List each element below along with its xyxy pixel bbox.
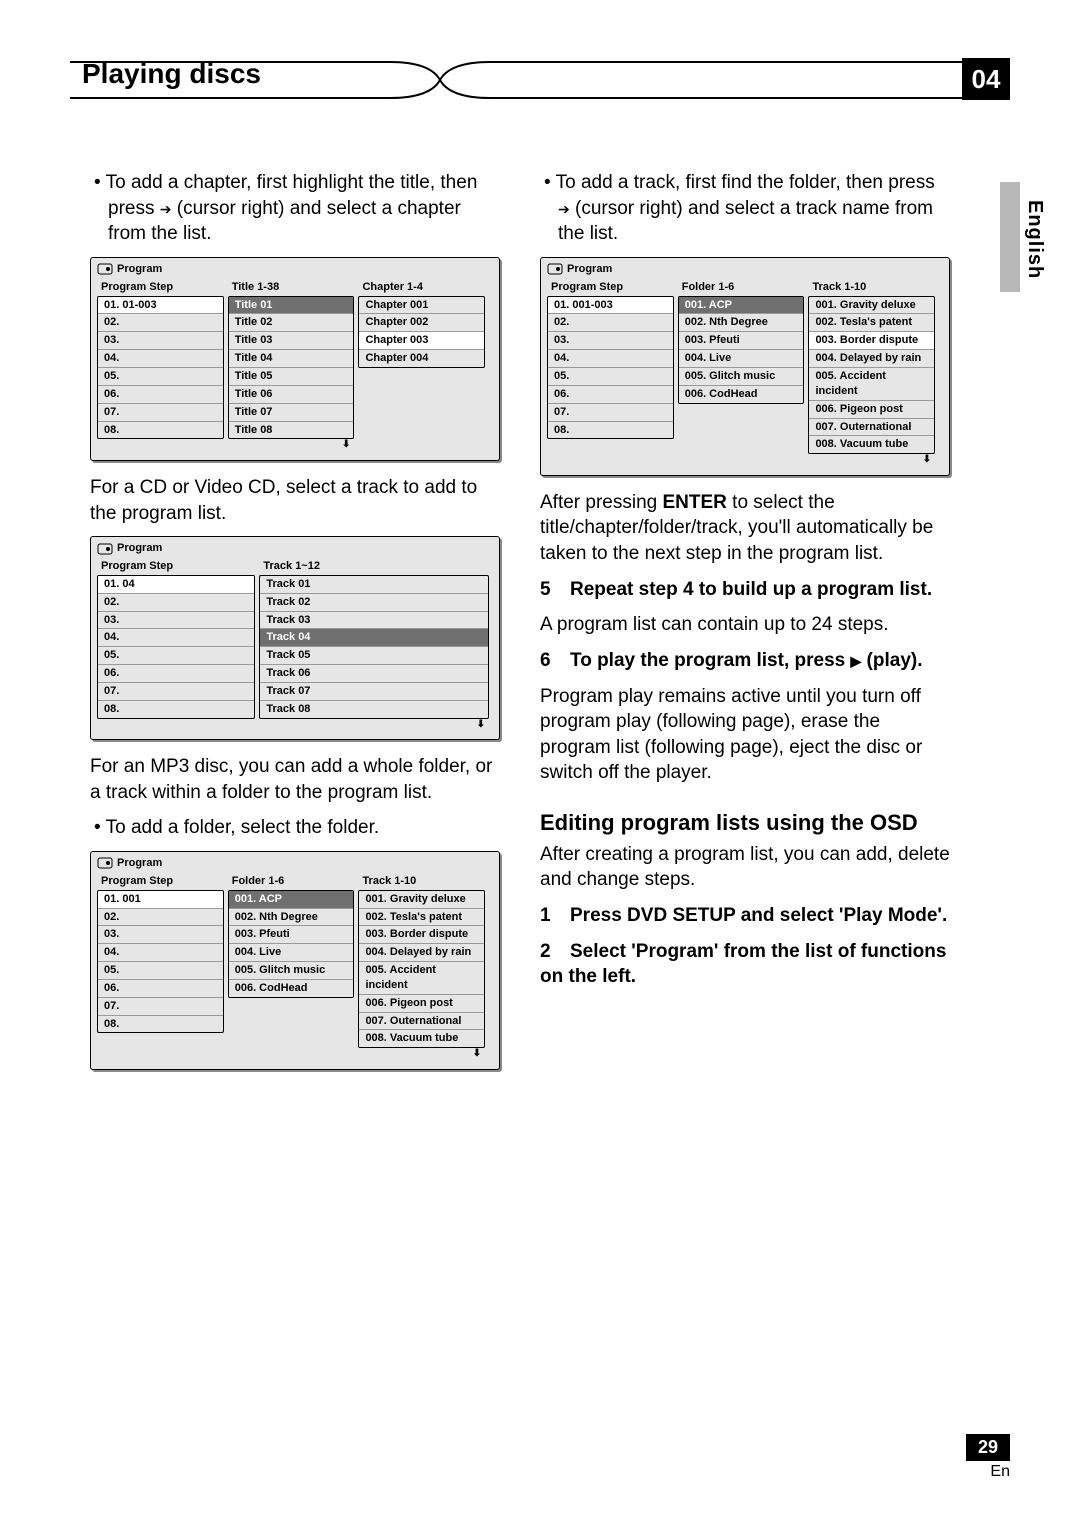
program-icon — [547, 263, 563, 275]
page-footer: 29 En — [966, 1434, 1010, 1481]
page-lang: En — [966, 1463, 1010, 1481]
left-column: To add a chapter, first highlight the ti… — [90, 170, 500, 1084]
para-cd: For a CD or Video CD, select a track to … — [90, 475, 500, 526]
cursor-right-icon — [558, 198, 570, 219]
program-icon — [97, 543, 113, 555]
section-heading: Editing program lists using the OSD — [540, 808, 950, 838]
step-5: 5Repeat step 4 to build up a program lis… — [540, 577, 950, 603]
play-icon — [851, 650, 862, 671]
osd-dvd-title-chapter: Program Program Step 01. 01-003 02. 03. … — [90, 257, 500, 461]
scroll-down-icon: ⬇ — [808, 453, 935, 469]
enter-key: ENTER — [663, 492, 727, 513]
para-mp3: For an MP3 disc, you can add a whole fol… — [90, 754, 500, 805]
bullet-add-track: To add a track, first find the folder, t… — [540, 170, 950, 247]
section-intro: After creating a program list, you can a… — [540, 842, 950, 893]
right-column: To add a track, first find the folder, t… — [540, 170, 950, 1084]
scroll-down-icon: ⬇ — [358, 1047, 485, 1063]
osd-header: Program — [93, 260, 497, 279]
chapter-number: 04 — [962, 58, 1010, 100]
scroll-down-icon: ⬇ — [228, 438, 355, 454]
edit-step-2: 2Select 'Program' from the list of funct… — [540, 939, 950, 990]
language-tab: English — [1023, 200, 1046, 279]
page-header: Playing discs — [70, 60, 1010, 100]
program-steps: 01. 01-003 02. 03. 04. 05. 06. 07. 08. — [97, 296, 224, 440]
edit-step-1: 1Press DVD SETUP and select 'Play Mode'. — [540, 903, 950, 929]
thumb-tab — [1000, 182, 1020, 292]
bullet-add-folder: To add a folder, select the folder. — [90, 815, 500, 841]
chapter-list: Chapter 001 Chapter 002 Chapter 003 Chap… — [358, 296, 485, 368]
title-list: Title 01 Title 02 Title 03 Title 04 Titl… — [228, 296, 355, 440]
step-6: 6To play the program list, press (play). — [540, 648, 950, 674]
scroll-down-icon: ⬇ — [259, 718, 489, 734]
bullet-add-chapter: To add a chapter, first highlight the ti… — [90, 170, 500, 247]
cursor-right-icon — [160, 198, 172, 219]
step-6-body: Program play remains active until you tu… — [540, 684, 950, 787]
osd-cd-track: Program Program Step 01. 04 02. 03. 04. … — [90, 536, 500, 740]
content: To add a chapter, first highlight the ti… — [90, 170, 950, 1084]
chapter-title: Playing discs — [82, 58, 261, 90]
para-after-enter: After pressing ENTER to select the title… — [540, 490, 950, 567]
page-number: 29 — [966, 1434, 1010, 1461]
program-icon — [97, 857, 113, 869]
osd-mp3-track: Program Program Step 01. 001-003 02. 03.… — [540, 257, 950, 476]
program-icon — [97, 263, 113, 275]
step-5-body: A program list can contain up to 24 step… — [540, 612, 950, 638]
osd-mp3-folder: Program Program Step 01. 001 02. 03. 04.… — [90, 851, 500, 1070]
